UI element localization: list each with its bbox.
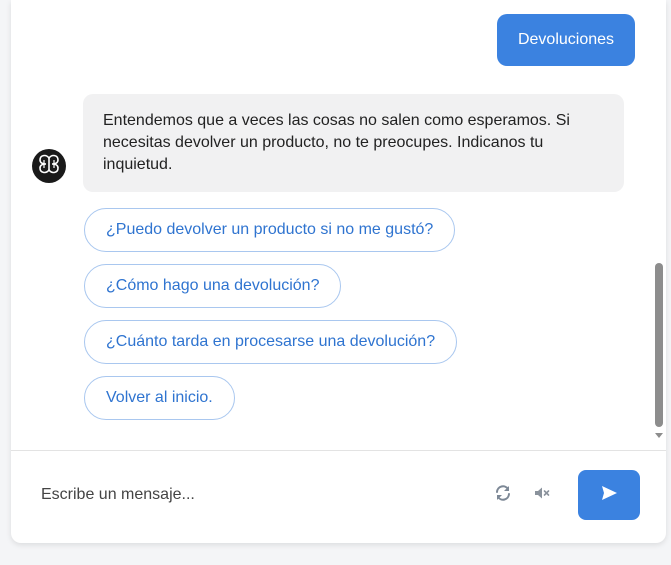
bot-message-bubble: Entendemos que a veces las cosas no sale… bbox=[83, 94, 624, 192]
butterfly-logo-icon bbox=[37, 152, 61, 181]
scroll-down-arrow-icon[interactable] bbox=[655, 433, 663, 438]
quick-reply-return-unliked[interactable]: ¿Puedo devolver un producto si no me gus… bbox=[84, 208, 456, 252]
quick-reply-processing-time[interactable]: ¿Cuánto tarda en procesarse una devoluci… bbox=[84, 320, 458, 364]
send-button[interactable] bbox=[578, 470, 640, 520]
message-list: Devoluciones Entendemos que a veces las … bbox=[11, 0, 666, 450]
chat-window: Devoluciones Entendemos que a veces las … bbox=[11, 0, 666, 543]
scrollbar[interactable] bbox=[655, 0, 663, 443]
composer-bar bbox=[11, 450, 666, 543]
refresh-icon bbox=[494, 484, 512, 507]
send-icon bbox=[600, 485, 618, 506]
volume-mute-icon bbox=[533, 484, 551, 507]
quick-reply-back-home[interactable]: Volver al inicio. bbox=[84, 376, 235, 420]
mute-button[interactable] bbox=[531, 484, 553, 506]
refresh-button[interactable] bbox=[492, 484, 514, 506]
message-input[interactable] bbox=[39, 479, 463, 511]
user-message-bubble: Devoluciones bbox=[497, 14, 635, 66]
bot-avatar bbox=[32, 149, 66, 183]
scrollbar-thumb[interactable] bbox=[655, 263, 663, 427]
quick-reply-how-return[interactable]: ¿Cómo hago una devolución? bbox=[84, 264, 342, 308]
